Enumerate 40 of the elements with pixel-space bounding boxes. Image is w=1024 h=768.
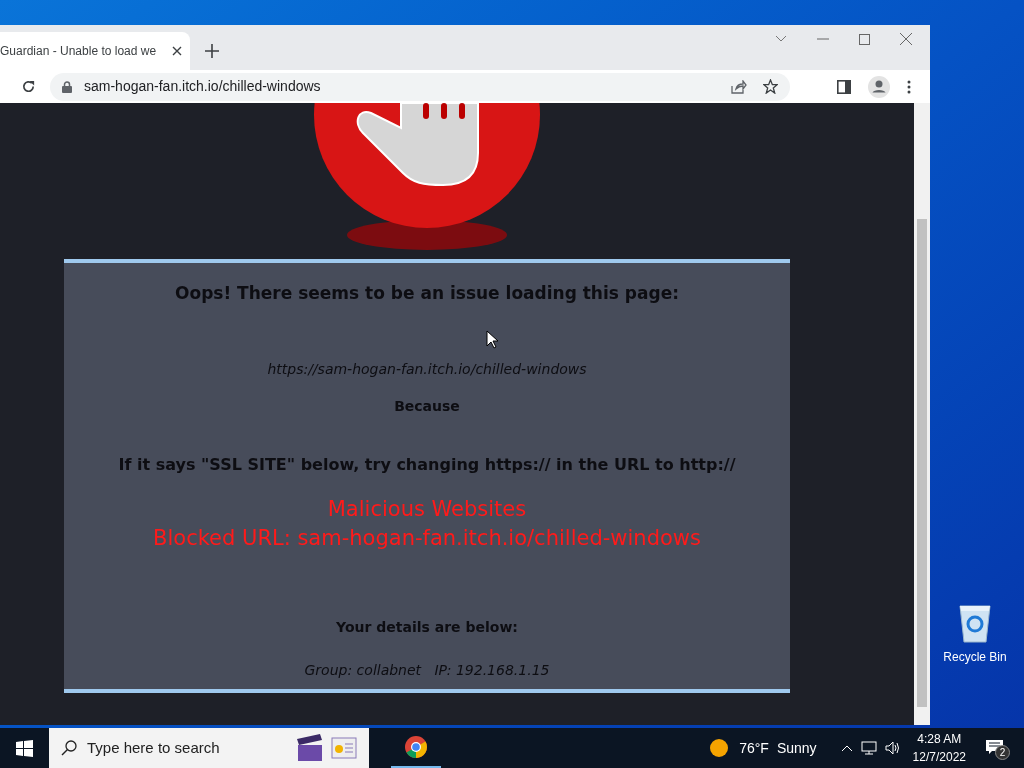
side-panel-icon[interactable] [837, 79, 851, 94]
chevron-down-icon[interactable] [775, 35, 787, 43]
close-icon[interactable] [172, 46, 182, 56]
hint-text: If it says "SSL SITE" below, try changing https:// in the URL to http:// [118, 453, 736, 476]
clock[interactable]: 4:28 AM 12/7/2022 [912, 730, 966, 766]
weather-widget[interactable]: 76°F Sunny [706, 728, 821, 768]
chevron-up-icon[interactable] [840, 744, 853, 752]
sun-icon [710, 739, 729, 757]
lock-icon [62, 80, 72, 93]
address-bar[interactable]: sam-hogan-fan.itch.io/chilled-windows [50, 72, 790, 101]
notification-count: 2 [995, 745, 1010, 760]
block-reason: Blocked URL: sam-hogan-fan.itch.io/chilled-windows [153, 524, 701, 552]
clapperboard-icon [295, 733, 325, 763]
scrollbar[interactable] [914, 103, 930, 725]
menu-icon[interactable] [907, 79, 911, 94]
news-icon [331, 736, 357, 760]
maximize-icon[interactable] [859, 33, 870, 45]
details-heading: Your details are below: [336, 617, 518, 637]
weather-condition: Sunny [776, 738, 817, 758]
details-text: Group: collabnet IP: 192.168.1.15 [304, 660, 550, 680]
blocked-url: https://sam-hogan-fan.itch.io/chilled-windows [267, 359, 587, 379]
star-icon[interactable] [763, 79, 778, 94]
close-icon[interactable] [900, 33, 912, 45]
heading: Oops! There seems to be an issue loading this page: [175, 282, 679, 305]
search-icon [61, 740, 77, 756]
chrome-icon [405, 736, 427, 758]
icon-label: Recycle Bin [943, 649, 1007, 666]
new-tab-icon[interactable] [205, 44, 219, 58]
temperature: 76°F [739, 738, 769, 758]
search-box[interactable]: Type here to search [49, 728, 369, 768]
block-reason: Malicious Websites [327, 495, 527, 523]
because-label: Because [394, 396, 460, 416]
browser-tab[interactable]: Guardian - Unable to load we [0, 32, 190, 70]
reload-icon[interactable] [21, 79, 36, 94]
share-icon[interactable] [731, 79, 747, 94]
cursor-icon [486, 330, 498, 349]
windows-start-icon[interactable] [16, 739, 33, 757]
profile-icon[interactable] [868, 75, 890, 98]
network-icon[interactable] [860, 740, 877, 756]
volume-icon[interactable] [884, 740, 901, 756]
